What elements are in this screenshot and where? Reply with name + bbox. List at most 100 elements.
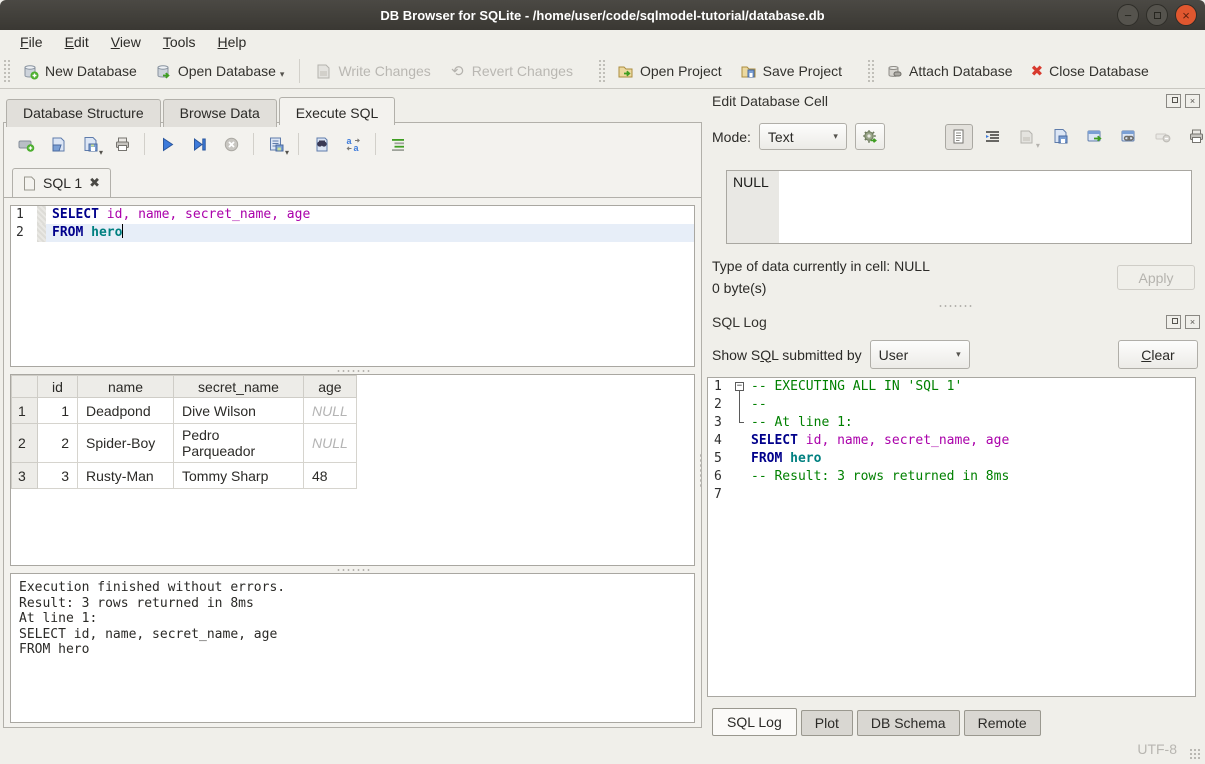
dock-close-icon[interactable]: ×	[1185, 94, 1200, 108]
grid-corner[interactable]	[12, 376, 38, 398]
print-cell-button[interactable]	[1183, 124, 1205, 150]
mode-combobox[interactable]: Text ▾	[759, 123, 847, 150]
close-database-button[interactable]: ✖ Close Database	[1022, 57, 1158, 85]
cell-editor[interactable]: NULL	[726, 170, 1192, 244]
tab-execute-sql[interactable]: Execute SQL	[279, 97, 396, 125]
export-results-dropdown-icon[interactable]: ▾	[285, 148, 289, 157]
dock-float-icon[interactable]	[1166, 315, 1181, 329]
cell-id[interactable]: 1	[38, 398, 78, 424]
column-header-age[interactable]: age	[304, 376, 357, 398]
row-header[interactable]: 1	[12, 398, 38, 424]
format-sql-button[interactable]	[384, 131, 412, 157]
toolbar-drag-handle[interactable]	[867, 59, 874, 83]
toolbar-drag-handle[interactable]	[3, 59, 10, 83]
row-header[interactable]: 3	[12, 463, 38, 489]
open-project-button[interactable]: Open Project	[608, 58, 731, 85]
dock-tab-sql-log[interactable]: SQL Log	[712, 708, 797, 736]
log-line: 5 FROM hero	[708, 450, 1195, 468]
row-header[interactable]: 2	[12, 424, 38, 463]
sql-file-tab[interactable]: SQL 1 ✖	[12, 168, 111, 197]
table-row[interactable]: 3 3 Rusty-Man Tommy Sharp 48	[12, 463, 357, 489]
edit-cell-title: Edit Database Cell	[712, 93, 828, 109]
sql-log-view[interactable]: 1 − -- EXECUTING ALL IN 'SQL 1' 2 -- 3 -…	[707, 377, 1196, 697]
find-replace-button[interactable]: aa	[339, 131, 367, 157]
dock-close-icon[interactable]: ×	[1185, 315, 1200, 329]
column-header-secret-name[interactable]: secret_name	[174, 376, 304, 398]
cell-secret-name[interactable]: Pedro Parqueador	[174, 424, 304, 463]
results-message-splitter[interactable]	[10, 566, 695, 573]
dock-float-icon[interactable]	[1166, 94, 1181, 108]
clear-button[interactable]: Clear	[1118, 340, 1198, 369]
open-database-button[interactable]: Open Database ▾	[146, 58, 294, 85]
new-database-button[interactable]: New Database	[13, 58, 146, 85]
resize-grip[interactable]	[1189, 748, 1202, 761]
submitted-by-combobox[interactable]: User ▾	[870, 340, 970, 369]
set-null-button	[1149, 124, 1177, 150]
dock-tab-remote[interactable]: Remote	[964, 710, 1041, 736]
minimize-icon[interactable]: −	[1117, 4, 1139, 26]
save-sql-dropdown-icon[interactable]: ▾	[99, 148, 103, 157]
toolbar-drag-handle[interactable]	[598, 59, 605, 83]
attach-database-button[interactable]: Attach Database	[877, 58, 1022, 85]
close-icon[interactable]: ×	[1175, 4, 1197, 26]
dock-splitter[interactable]	[925, 302, 985, 309]
save-project-button[interactable]: Save Project	[731, 58, 851, 85]
cell-id[interactable]: 2	[38, 424, 78, 463]
cell-name[interactable]: Spider-Boy	[78, 424, 174, 463]
copy-link-button[interactable]	[1115, 124, 1143, 150]
find-button[interactable]	[307, 131, 335, 157]
cell-secret-name[interactable]: Tommy Sharp	[174, 463, 304, 489]
text-mode-toggle[interactable]	[945, 124, 973, 150]
column-header-name[interactable]: name	[78, 376, 174, 398]
stop-icon	[223, 136, 240, 153]
cell-name[interactable]: Deadpond	[78, 398, 174, 424]
new-sql-tab-button[interactable]	[12, 131, 40, 157]
execute-all-button[interactable]	[153, 131, 181, 157]
sql-editor[interactable]: 1 SELECT id, name, secret_name, age 2 FR…	[10, 205, 695, 367]
editor-results-splitter[interactable]	[10, 367, 695, 374]
save-sql-file-button[interactable]: ▾	[76, 131, 104, 157]
menu-view[interactable]: View	[101, 31, 151, 53]
cell-editor-area[interactable]	[779, 171, 1191, 243]
encoding-indicator[interactable]: UTF-8	[1137, 741, 1177, 757]
open-sql-file-button[interactable]	[44, 131, 72, 157]
cell-age[interactable]: NULL	[304, 424, 357, 463]
attach-database-icon	[886, 63, 903, 80]
sql-tab-close-icon[interactable]: ✖	[89, 175, 100, 191]
cell-id[interactable]: 3	[38, 463, 78, 489]
dock-tab-plot[interactable]: Plot	[801, 710, 853, 736]
cell-name[interactable]: Rusty-Man	[78, 463, 174, 489]
print-button[interactable]	[108, 131, 136, 157]
open-in-external-button[interactable]	[1081, 124, 1109, 150]
table-row[interactable]: 2 2 Spider-Boy Pedro Parqueador NULL	[12, 424, 357, 463]
play-to-end-icon	[191, 136, 208, 153]
results-grid[interactable]: id name secret_name age 1 1 Deadpond Div…	[10, 374, 695, 566]
auto-apply-button[interactable]	[855, 123, 885, 150]
sql-file-tabbar: SQL 1 ✖	[4, 169, 701, 198]
menu-edit[interactable]: Edit	[55, 31, 99, 53]
export-results-button[interactable]: ▾	[262, 131, 290, 157]
cell-secret-name[interactable]: Dive Wilson	[174, 398, 304, 424]
menu-tools[interactable]: Tools	[153, 31, 206, 53]
dock-tabbar: SQL Log Plot DB Schema Remote	[712, 708, 1045, 736]
table-row[interactable]: 1 1 Deadpond Dive Wilson NULL	[12, 398, 357, 424]
maximize-icon[interactable]	[1146, 4, 1168, 26]
column-header-id[interactable]: id	[38, 376, 78, 398]
right-pane: Edit Database Cell × Mode: Text ▾ ▾ NULL	[705, 90, 1205, 735]
titlebar[interactable]: DB Browser for SQLite - /home/user/code/…	[0, 0, 1205, 30]
export-results-icon	[268, 136, 285, 153]
cell-age[interactable]: NULL	[304, 398, 357, 424]
new-tab-icon	[18, 136, 35, 153]
export-to-file-button[interactable]	[1047, 124, 1075, 150]
chevron-down-icon: ▾	[823, 131, 838, 142]
menu-help[interactable]: Help	[208, 31, 257, 53]
fold-collapse-icon[interactable]: −	[735, 382, 744, 391]
menu-file[interactable]: File	[10, 31, 53, 53]
cell-type-info: Type of data currently in cell: NULL	[712, 258, 930, 274]
cell-age[interactable]: 48	[304, 463, 357, 489]
word-wrap-button[interactable]	[979, 124, 1007, 150]
execute-current-line-button[interactable]	[185, 131, 213, 157]
open-database-dropdown-icon[interactable]: ▾	[280, 69, 285, 80]
dock-tab-db-schema[interactable]: DB Schema	[857, 710, 960, 736]
pane-splitter[interactable]	[697, 380, 704, 560]
